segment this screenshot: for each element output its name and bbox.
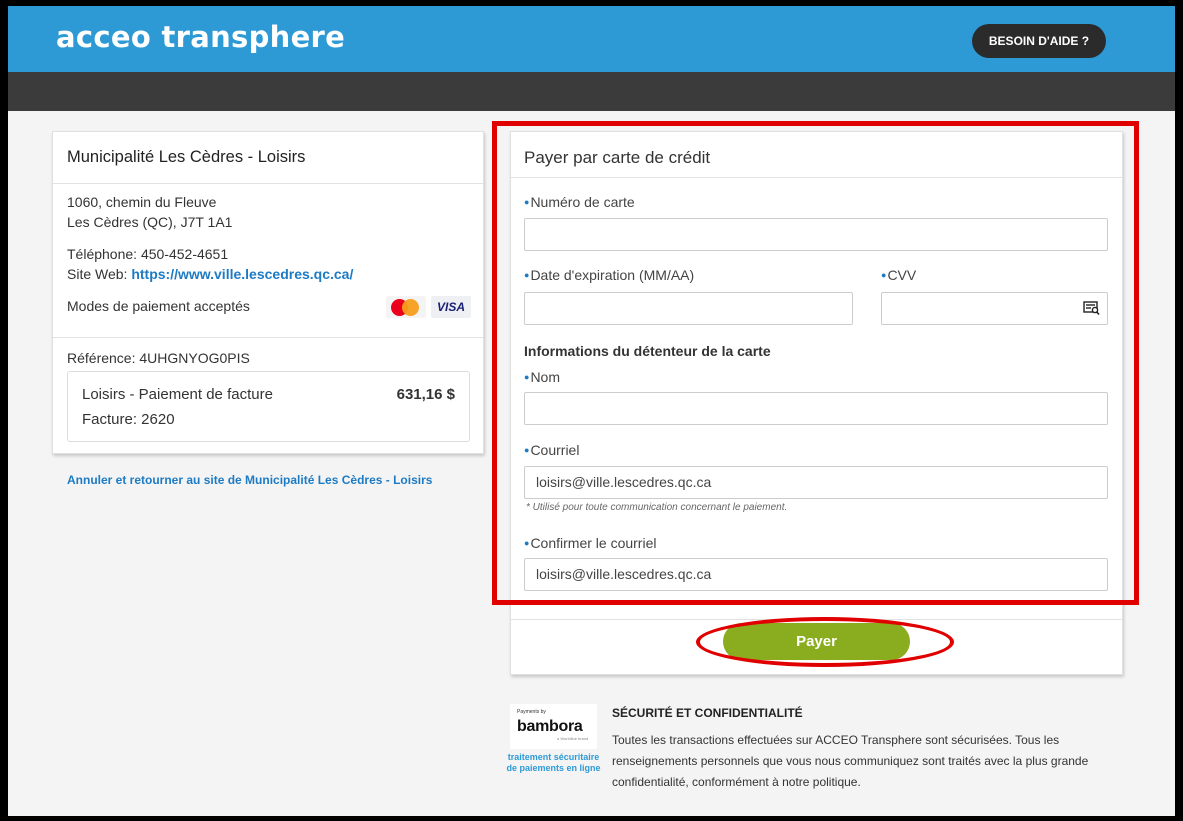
security-text: Toutes les transactions effectuées sur A… (612, 733, 1089, 789)
phone-number: Téléphone: 450-452-4651 (67, 246, 229, 262)
security-title: SÉCURITÉ ET CONFIDENTIALITÉ (612, 706, 803, 720)
website-row: Site Web: https://www.ville.lescedres.qc… (67, 266, 353, 282)
invoice-number: Facture: 2620 (82, 411, 175, 428)
mastercard-icon (386, 296, 426, 318)
merchant-card: Municipalité Les Cèdres - Loisirs 1060, … (52, 131, 484, 454)
payment-modes-label: Modes de paiement acceptés (67, 298, 250, 314)
acceo-logo: acceo transphere (56, 20, 346, 54)
invoice-summary: Loisirs - Paiement de facture Facture: 2… (67, 371, 470, 442)
invoice-description: Loisirs - Paiement de facture (82, 386, 273, 403)
highlight-rectangle (492, 121, 1139, 605)
reference-number: Référence: 4UHGNYOG0PIS (67, 350, 250, 366)
highlight-oval (696, 617, 954, 667)
visa-icon: VISA (431, 296, 471, 318)
secondary-bar (8, 72, 1175, 111)
merchant-name: Municipalité Les Cèdres - Loisirs (67, 148, 306, 166)
website-label: Site Web: (67, 266, 128, 282)
divider (53, 183, 483, 184)
address-line-1: 1060, chemin du Fleuve (67, 194, 217, 210)
top-header: acceo transphere BESOIN D'AIDE ? (8, 6, 1175, 72)
bambora-caption: traitement sécuritaire de paiements en l… (506, 752, 601, 773)
browser-viewport: acceo transphere BESOIN D'AIDE ? Municip… (8, 6, 1175, 816)
address-line-2: Les Cèdres (QC), J7T 1A1 (67, 214, 233, 230)
bambora-logo: Payments by bambora a Worldline brand (510, 704, 597, 749)
cancel-return-link[interactable]: Annuler et retourner au site de Municipa… (67, 473, 432, 487)
help-button[interactable]: BESOIN D'AIDE ? (972, 24, 1106, 58)
divider (53, 337, 483, 338)
invoice-amount: 631,16 $ (396, 386, 455, 403)
website-link[interactable]: https://www.ville.lescedres.qc.ca/ (131, 266, 353, 282)
